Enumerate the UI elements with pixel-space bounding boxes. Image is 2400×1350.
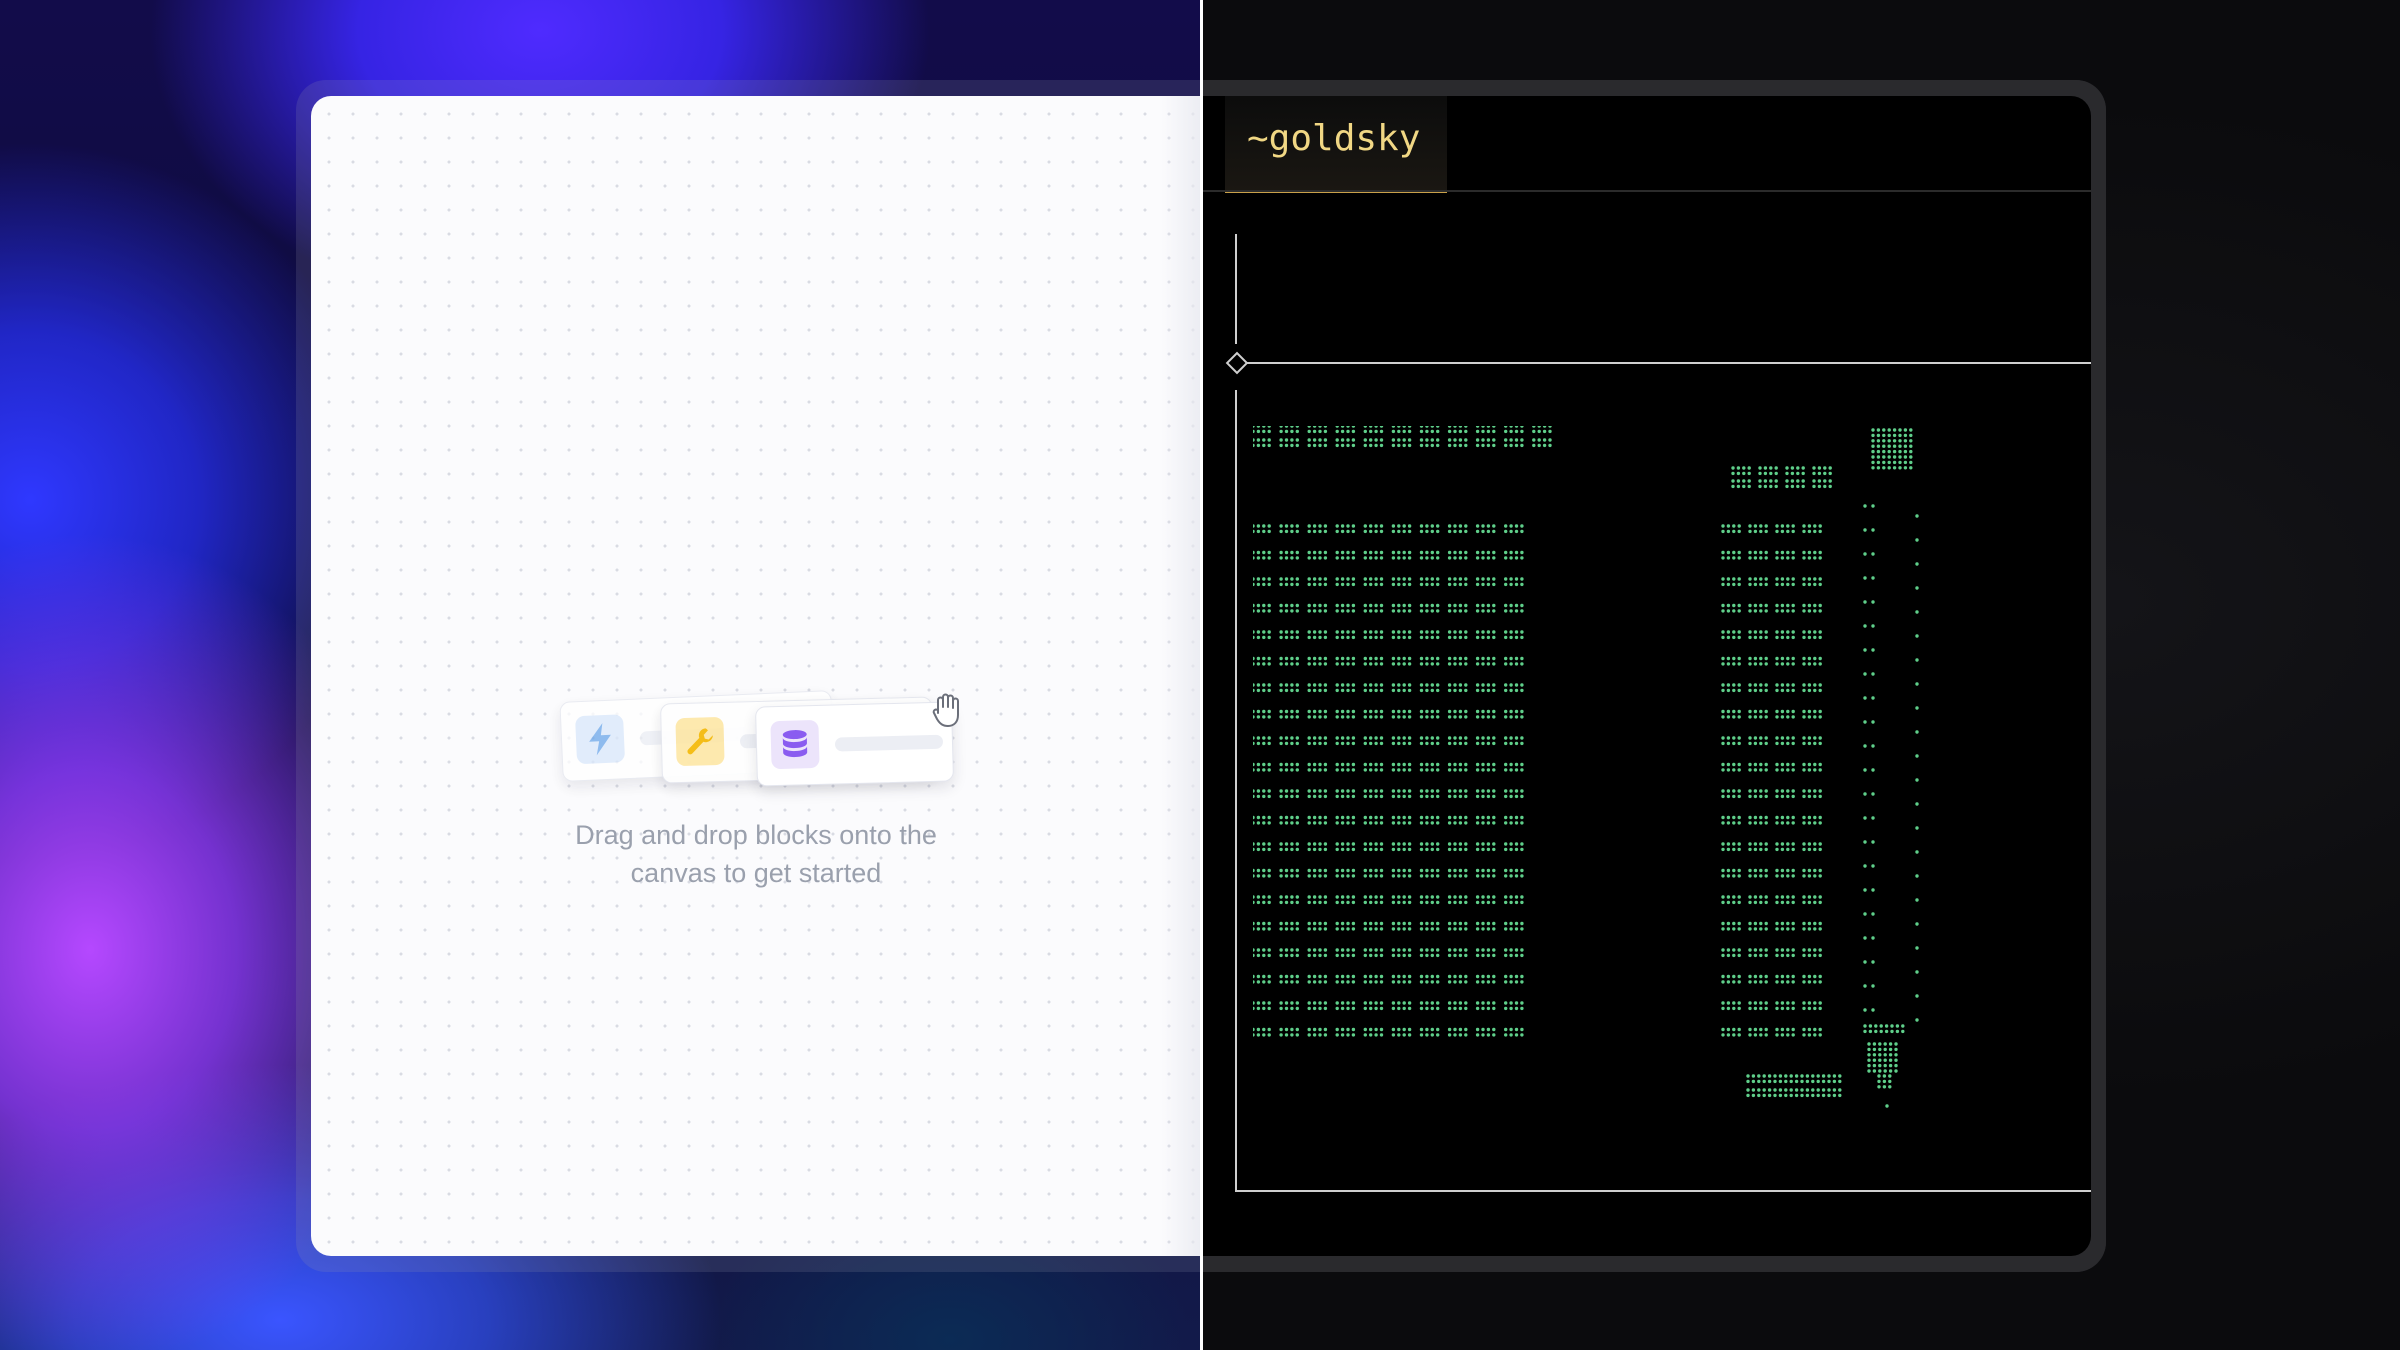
wrench-icon [675, 716, 725, 767]
grab-hand-icon [932, 693, 959, 727]
terminal-tab[interactable]: ~goldsky [1225, 96, 1447, 193]
database-block [754, 701, 955, 787]
tab-separator [1203, 190, 2091, 192]
tree-baseline [1235, 1190, 2091, 1192]
empty-state: Drag and drop blocks onto the canvas to … [541, 586, 971, 906]
tree-line [1235, 390, 1237, 1190]
ascii-logo-art [1253, 426, 1919, 1108]
empty-state-message: Drag and drop blocks onto the canvas to … [575, 820, 937, 888]
block-placeholder-bar [834, 734, 944, 752]
tree-node-diamond-icon [1225, 351, 1249, 375]
tree-branch-line [1247, 362, 2091, 364]
workflow-canvas[interactable]: Drag and drop blocks onto the canvas to … [311, 96, 1201, 1256]
tree-line [1235, 234, 1237, 344]
canvas-edge-fade [1161, 96, 1201, 1256]
terminal-tab-label: ~goldsky [1247, 118, 1421, 159]
database-icon [770, 719, 820, 770]
lightning-bolt-icon [575, 714, 626, 765]
terminal-window: ~goldsky [1203, 96, 2091, 1256]
